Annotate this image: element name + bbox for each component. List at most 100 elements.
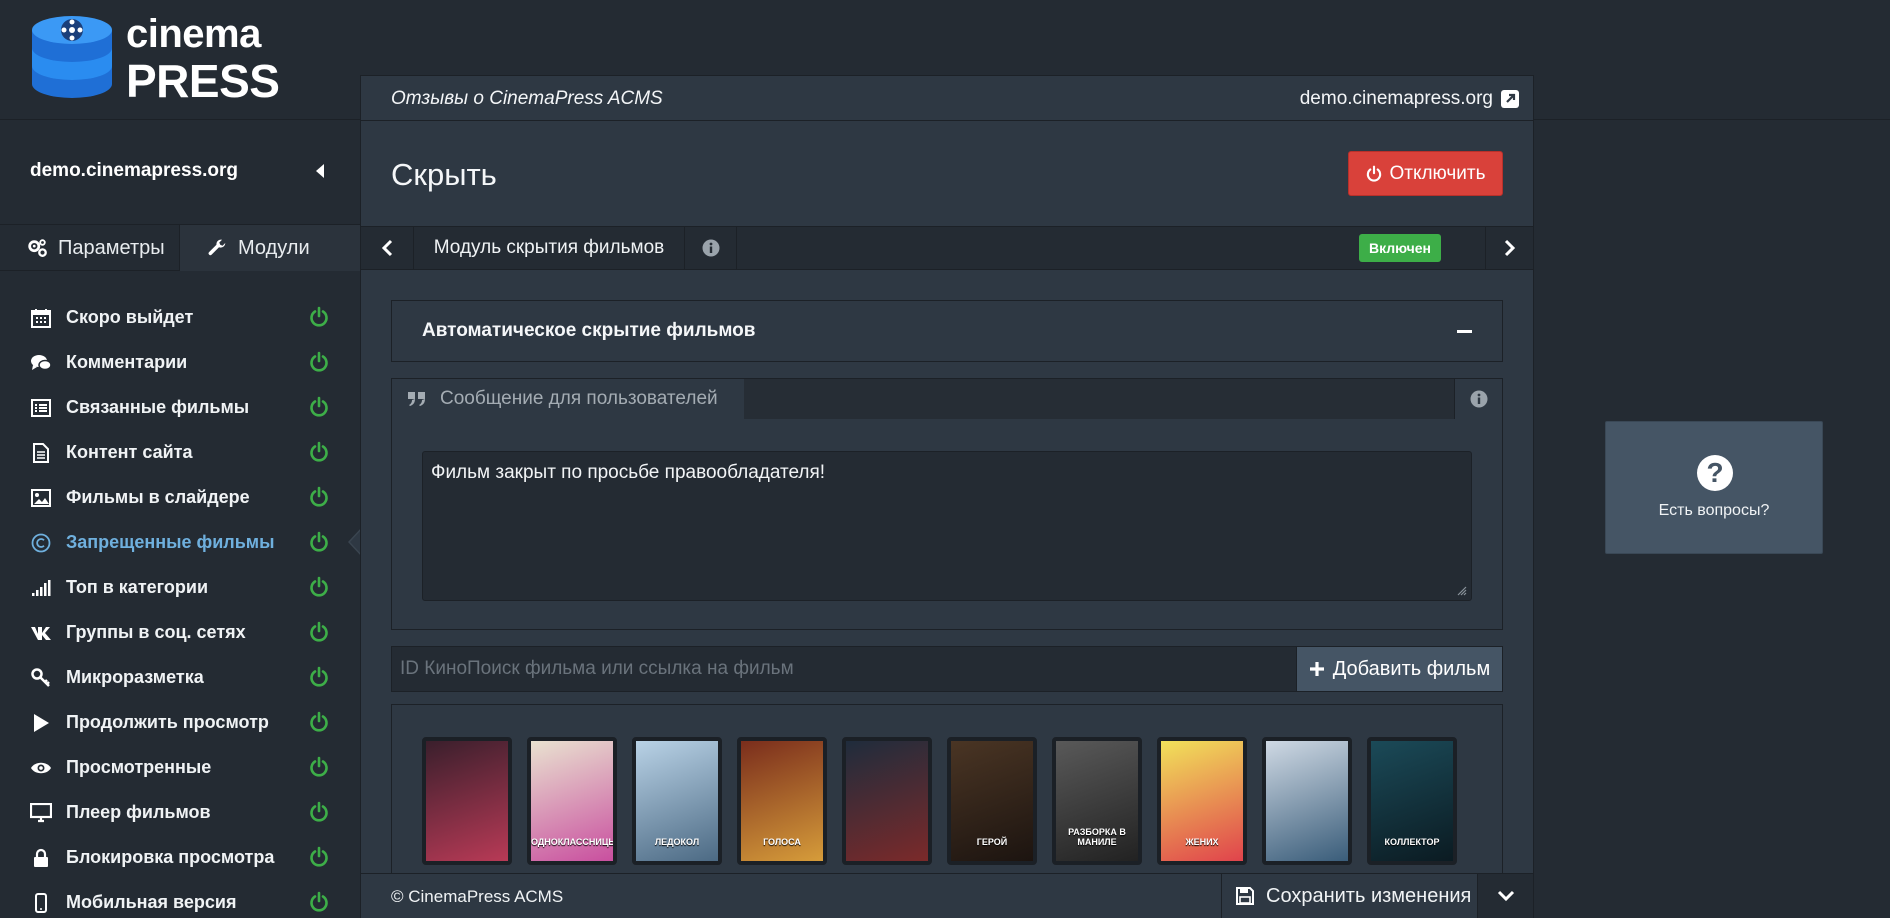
film-poster[interactable]: [842, 737, 932, 865]
question-icon: ?: [1697, 455, 1733, 491]
main-panel: Отзывы о CinemaPress ACMS demo.cinemapre…: [360, 75, 1534, 918]
power-on-icon[interactable]: [308, 576, 330, 598]
module-nav-bar: Модуль скрытия фильмов Включен: [361, 226, 1533, 270]
sidebar-item-coming-soon[interactable]: Скоро выйдет: [0, 295, 360, 340]
info-icon: [1470, 390, 1487, 408]
power-on-icon[interactable]: [308, 801, 330, 823]
poster-caption: ГЕРОЙ: [976, 837, 1008, 847]
scroll-down-button[interactable]: [1477, 874, 1533, 918]
main-header: Отзывы о CinemaPress ACMS demo.cinemapre…: [361, 76, 1533, 121]
document-icon: [30, 442, 52, 464]
image-icon: [30, 487, 52, 509]
sidebar-item-view-blocking[interactable]: Блокировка просмотра: [0, 835, 360, 880]
sidebar-item-microdata[interactable]: Микроразметка: [0, 655, 360, 700]
module-menu: Скоро выйдет Комментарии Связанные фильм…: [0, 295, 363, 918]
add-film-button[interactable]: Добавить фильм: [1296, 647, 1502, 691]
chevron-left-icon: [381, 239, 393, 257]
gears-icon: [28, 239, 47, 257]
save-changes-button[interactable]: Сохранить изменения: [1221, 874, 1477, 918]
sidebar-item-mobile-version[interactable]: Мобильная версия: [0, 880, 360, 918]
collapse-minus-icon[interactable]: [1457, 330, 1472, 333]
sidebar-item-label: Группы в соц. сетях: [66, 622, 246, 642]
poster-caption: ГОЛОСА: [763, 837, 801, 847]
sidebar-item-label: Контент сайта: [66, 442, 193, 462]
user-message-section: Сообщение для пользователей Фильм закрыт…: [391, 378, 1503, 630]
sidebar-item-social-groups[interactable]: Группы в соц. сетях: [0, 610, 360, 655]
power-icon: [1367, 165, 1382, 182]
key-icon: [30, 667, 52, 689]
module-info-button[interactable]: [685, 227, 737, 269]
calendar-icon: [30, 307, 52, 329]
message-info-button[interactable]: [1454, 379, 1502, 419]
sidebar-item-watched[interactable]: Просмотренные: [0, 745, 360, 790]
power-on-icon[interactable]: [308, 486, 330, 508]
film-poster[interactable]: ГОЛОСА: [737, 737, 827, 865]
message-text: Фильм закрыт по просьбе правообладателя!: [431, 462, 826, 483]
page-title: Скрыть: [391, 157, 497, 192]
vk-icon: [30, 622, 52, 644]
floppy-disk-icon: [1236, 887, 1254, 905]
film-poster[interactable]: [1262, 737, 1352, 865]
film-poster[interactable]: ГЕРОЙ: [947, 737, 1037, 865]
logo-line-1: cinema: [126, 12, 261, 56]
sidebar-item-label: Продолжить просмотр: [66, 712, 269, 732]
film-poster[interactable]: ЛЕДОКОЛ: [632, 737, 722, 865]
power-on-icon[interactable]: [308, 711, 330, 733]
next-module-button[interactable]: [1485, 227, 1533, 269]
wrench-icon: [208, 239, 226, 256]
tab-parameters-label: Параметры: [58, 236, 165, 259]
tab-parameters[interactable]: Параметры: [0, 225, 180, 271]
sidebar-item-film-player[interactable]: Плеер фильмов: [0, 790, 360, 835]
auto-hide-section[interactable]: Автоматическое скрытие фильмов: [391, 300, 1503, 362]
disable-module-button[interactable]: Отключить: [1348, 151, 1503, 196]
film-poster[interactable]: РАЗБОРКА В МАНИЛЕ: [1052, 737, 1142, 865]
sidebar-item-label: Микроразметка: [66, 667, 204, 687]
reviews-link[interactable]: Отзывы о CinemaPress ACMS: [391, 88, 663, 110]
prev-module-button[interactable]: [361, 227, 414, 269]
power-on-icon[interactable]: [308, 531, 330, 553]
caret-left-icon[interactable]: [316, 164, 324, 178]
sidebar-item-slider-films[interactable]: Фильмы в слайдере: [0, 475, 360, 520]
sidebar-item-top-in-category[interactable]: Топ в категории: [0, 565, 360, 610]
film-poster[interactable]: ОДНОКЛАССНИЦЫ: [527, 737, 617, 865]
film-poster[interactable]: ЖЕНИХ: [1157, 737, 1247, 865]
save-button-label: Сохранить изменения: [1266, 884, 1472, 907]
sidebar-tabs: Параметры Модули: [0, 225, 360, 271]
message-textarea[interactable]: Фильм закрыт по просьбе правообладателя!: [422, 451, 1472, 601]
site-external-link[interactable]: demo.cinemapress.org: [1300, 88, 1519, 110]
film-id-input[interactable]: ID КиноПоиск фильма или ссылка на фильм: [392, 647, 1296, 691]
film-poster[interactable]: КОЛЛЕКТОР: [1367, 737, 1457, 865]
message-header: Сообщение для пользователей: [392, 379, 1502, 419]
cinemapress-logo[interactable]: cinema PRESS: [30, 10, 280, 110]
add-film-label: Добавить фильм: [1332, 657, 1491, 680]
copyright-icon: [30, 532, 52, 554]
tab-modules[interactable]: Модули: [180, 225, 360, 271]
sidebar-item-continue-watching[interactable]: Продолжить просмотр: [0, 700, 360, 745]
resize-grip-icon[interactable]: [1457, 586, 1467, 596]
sidebar-item-label: Плеер фильмов: [66, 802, 211, 822]
sidebar-item-banned-films[interactable]: Запрещенные фильмы: [0, 520, 363, 565]
power-on-icon[interactable]: [308, 621, 330, 643]
copyright: © CinemaPress ACMS: [391, 887, 564, 906]
power-on-icon[interactable]: [308, 441, 330, 463]
power-on-icon[interactable]: [308, 846, 330, 868]
power-on-icon[interactable]: [308, 396, 330, 418]
power-on-icon[interactable]: [308, 891, 330, 913]
signal-icon: [30, 577, 52, 599]
sidebar-item-comments[interactable]: Комментарии: [0, 340, 360, 385]
help-label: Есть вопросы?: [1658, 502, 1770, 519]
help-widget[interactable]: ? Есть вопросы?: [1605, 421, 1823, 554]
sidebar-item-label: Блокировка просмотра: [66, 847, 275, 867]
power-on-icon[interactable]: [308, 306, 330, 328]
sidebar-item-site-content[interactable]: Контент сайта: [0, 430, 360, 475]
poster-caption: ЖЕНИХ: [1185, 837, 1219, 847]
sidebar-item-label: Скоро выйдет: [66, 307, 194, 327]
site-switcher[interactable]: demo.cinemapress.org: [0, 120, 360, 225]
plus-icon: [1309, 662, 1324, 676]
film-poster[interactable]: [422, 737, 512, 865]
power-on-icon[interactable]: [308, 351, 330, 373]
poster-caption: РАЗБОРКА В МАНИЛЕ: [1068, 827, 1126, 847]
power-on-icon[interactable]: [308, 666, 330, 688]
power-on-icon[interactable]: [308, 756, 330, 778]
sidebar-item-related-films[interactable]: Связанные фильмы: [0, 385, 360, 430]
